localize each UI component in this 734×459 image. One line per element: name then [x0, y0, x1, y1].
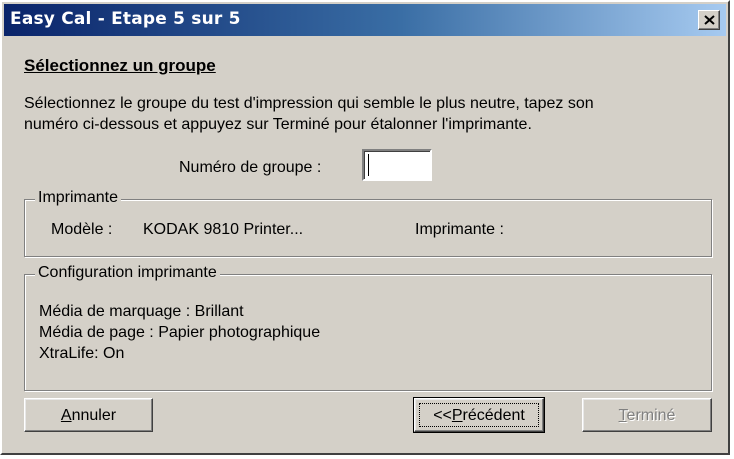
instructions-line-2: numéro ci-dessous et appuyez sur Terminé…	[24, 116, 532, 133]
group-number-input[interactable]	[362, 149, 432, 181]
printer-config-legend: Configuration imprimante	[35, 264, 220, 282]
cancel-label: nnuler	[71, 406, 117, 424]
window-title: Easy Cal - Etape 5 sur 5	[10, 9, 241, 29]
config-xtralife: XtraLife: On	[39, 345, 125, 362]
printer-config-groupbox: Configuration imprimante Média de marqua…	[24, 264, 712, 391]
finish-accelerator: T	[618, 406, 627, 424]
text-cursor	[368, 154, 369, 176]
model-label: Modèle :	[51, 221, 113, 238]
previous-label: récédent	[462, 406, 525, 424]
finish-button[interactable]: Terminé	[582, 398, 712, 432]
config-page-media: Média de page : Papier photographique	[39, 324, 321, 341]
printer-groupbox-legend: Imprimante	[35, 189, 122, 207]
section-heading: Sélectionnez un groupe	[24, 56, 216, 75]
cancel-button[interactable]: Annuler	[24, 398, 153, 432]
title-bar[interactable]: Easy Cal - Etape 5 sur 5	[4, 4, 726, 36]
printer-label: Imprimante :	[415, 221, 504, 238]
dialog-window: Easy Cal - Etape 5 sur 5 Sélectionnez un…	[0, 0, 730, 455]
config-marking-media: Média de marquage : Brillant	[39, 303, 244, 320]
group-number-label: Numéro de groupe :	[179, 159, 322, 176]
finish-label: erminé	[626, 406, 676, 424]
model-value: KODAK 9810 Printer...	[143, 221, 304, 238]
close-icon	[704, 15, 715, 25]
previous-button[interactable]: <<Précédent	[413, 397, 545, 433]
previous-accelerator: P	[451, 406, 463, 424]
cancel-accelerator: A	[60, 406, 72, 424]
previous-prefix: <<	[433, 406, 452, 424]
instructions-line-1: Sélectionnez le groupe du test d'impress…	[24, 95, 594, 112]
instructions-text: Sélectionnez le groupe du test d'impress…	[24, 93, 714, 135]
printer-groupbox: Imprimante Modèle : KODAK 9810 Printer..…	[24, 189, 712, 257]
close-button[interactable]	[698, 10, 720, 30]
